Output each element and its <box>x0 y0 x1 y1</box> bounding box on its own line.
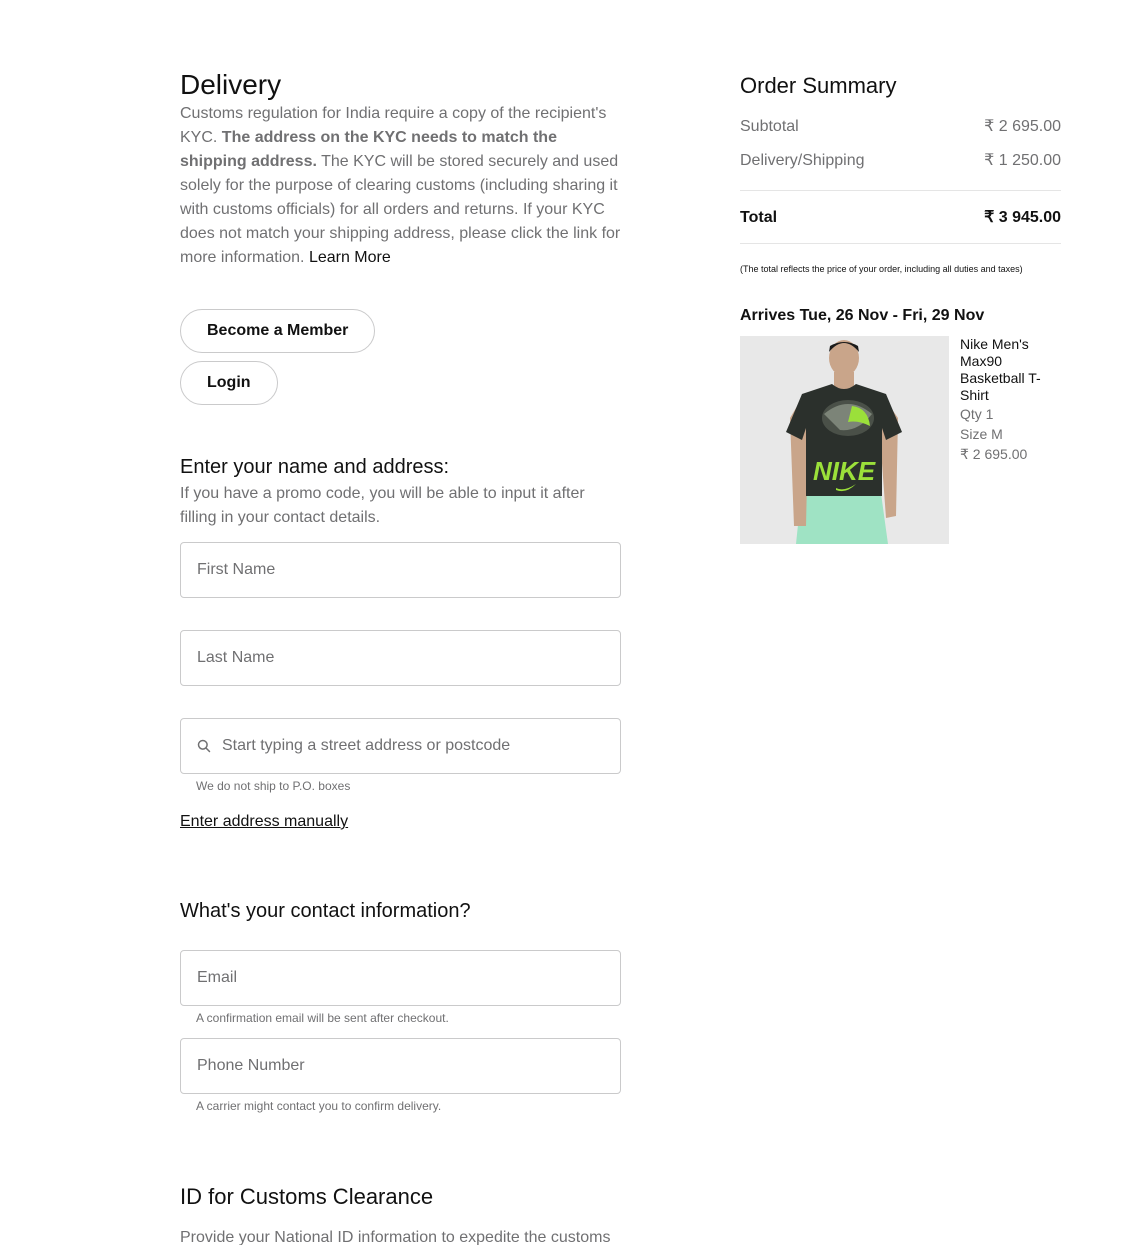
product-image: NIKE <box>740 336 949 544</box>
last-name-input[interactable] <box>181 631 620 685</box>
shipping-label: Delivery/Shipping <box>740 152 865 169</box>
total-label: Total <box>740 209 778 226</box>
product-price: ₹ 2 695.00 <box>960 446 1028 462</box>
shipping-value: ₹ 1 250.00 <box>984 152 1061 169</box>
order-summary: Order Summary Subtotal ₹ 2 695.00 Delive… <box>740 72 1061 544</box>
summary-divider <box>740 190 1061 191</box>
total-divider <box>740 243 1061 244</box>
contact-heading: What's your contact information? <box>180 900 471 922</box>
tshirt-model-image: NIKE <box>740 336 949 544</box>
total-note: (The total reflects the price of your or… <box>740 264 1023 274</box>
phone-input[interactable] <box>181 1039 620 1093</box>
customs-text: Provide your National ID information to … <box>180 1229 611 1245</box>
first-name-input[interactable] <box>181 543 620 597</box>
kyc-notice: Customs regulation for India require a c… <box>180 102 621 270</box>
product-info: Nike Men's Max90 Basketball T-Shirt Qty … <box>960 336 1061 464</box>
become-member-button[interactable]: Become a Member <box>180 309 376 353</box>
address-search-input[interactable] <box>181 719 620 773</box>
name-address-subtitle: If you have a promo code, you will be ab… <box>180 485 585 526</box>
email-input[interactable] <box>181 951 620 1005</box>
product-name: Nike Men's Max90 Basketball T-Shirt <box>960 336 1041 403</box>
order-summary-title: Order Summary <box>740 73 897 98</box>
product-size: Size M <box>960 426 1003 442</box>
email-hint: A confirmation email will be sent after … <box>196 1011 449 1025</box>
product-qty: Qty 1 <box>960 406 994 422</box>
po-box-hint: We do not ship to P.O. boxes <box>196 779 351 793</box>
total-value: ₹ 3 945.00 <box>984 209 1061 226</box>
shirt-print-text: NIKE <box>813 456 876 486</box>
page-title: Delivery <box>180 69 282 100</box>
total-row: Total ₹ 3 945.00 <box>740 208 1061 228</box>
delivery-form: Delivery Customs regulation for India re… <box>180 68 621 1245</box>
customs-heading: ID for Customs Clearance <box>180 1184 434 1209</box>
search-icon <box>197 739 211 753</box>
phone-hint: A carrier might contact you to confirm d… <box>196 1099 442 1113</box>
phone-field <box>180 1038 621 1094</box>
email-field <box>180 950 621 1006</box>
name-address-heading: Enter your name and address: <box>180 456 450 478</box>
last-name-field <box>180 630 621 686</box>
address-search-field <box>180 718 621 774</box>
subtotal-value: ₹ 2 695.00 <box>984 118 1061 135</box>
arrival-estimate: Arrives Tue, 26 Nov - Fri, 29 Nov <box>740 307 985 324</box>
enter-address-manually-link[interactable]: Enter address manually <box>180 812 348 832</box>
subtotal-label: Subtotal <box>740 118 799 135</box>
first-name-field <box>180 542 621 598</box>
subtotal-row: Subtotal ₹ 2 695.00 <box>740 117 1061 137</box>
shipping-row: Delivery/Shipping ₹ 1 250.00 <box>740 151 1061 171</box>
learn-more-link[interactable]: Learn More <box>309 249 391 266</box>
login-button[interactable]: Login <box>180 361 278 405</box>
cart-item: NIKE Nike Men's Max90 Basketball T-Shirt… <box>740 336 1061 544</box>
